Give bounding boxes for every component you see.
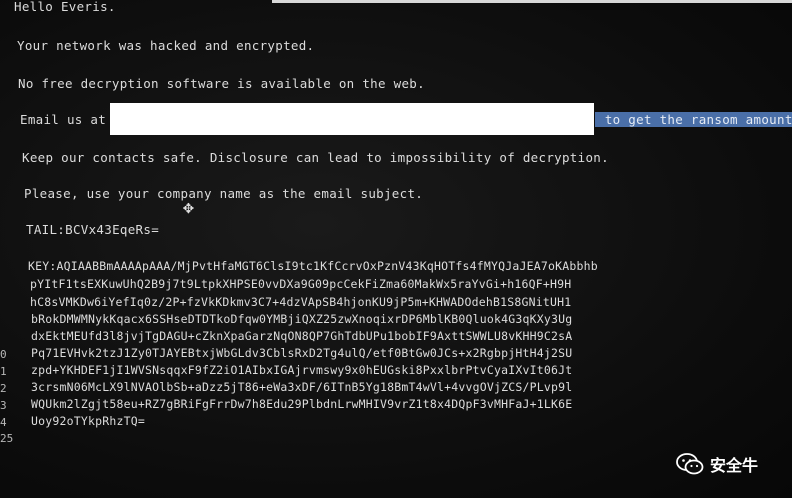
hacked-text: Your network was hacked and encrypted.	[17, 38, 315, 53]
watermark-text: 安全牛	[710, 456, 759, 475]
email-prefix-text: Email us at	[20, 112, 107, 127]
redacted-email	[110, 103, 594, 135]
no-free-text: No free decryption software is available…	[18, 76, 425, 91]
line-number: 3	[0, 399, 7, 412]
key-line: KEY:AQIAABBmAAAApAAA/MjPvtHfaMGT6ClsI9tc…	[28, 259, 598, 273]
key-line: Uoy92oTYkpRhzTQ=	[31, 414, 145, 428]
key-line: Pq71EVHvk2tzJ1Zy0TJAYEBtxjWbGLdv3CblsRxD…	[31, 346, 573, 360]
watermark: 安全牛	[676, 452, 758, 476]
line-number: 1	[0, 365, 7, 378]
key-line: hC8sVMKDw6iYefIq0z/2P+fzVkKDkmv3C7+4dzVA…	[30, 295, 572, 309]
wechat-icon	[676, 453, 704, 475]
key-line: 3crsmN06McLX9lNVAOlbSb+aDzz5jT86+eWa3xDF…	[31, 380, 573, 394]
window-edge	[272, 0, 792, 3]
tail-text: TAIL:BCVx43EqeRs=	[26, 222, 160, 237]
email-suffix-highlight: to get the ransom amount.	[595, 112, 792, 127]
key-line: dxEktMEUfd3l8jvjTgDAGU+cZknXpaGarzNqON8Q…	[31, 329, 573, 343]
key-line: bRokDMWMNykKqacx6SSHseDTDTkoDfqw0YMBjiQX…	[31, 312, 573, 326]
line-number: 0	[0, 348, 7, 361]
key-line: pYItF1tsEXKuwUhQ2B9j7t9LtpkXHPSE0vvDXa9G…	[30, 277, 572, 291]
subject-text: Please, use your company name as the ema…	[24, 186, 424, 201]
greeting-text: Hello Everis.	[14, 0, 116, 14]
line-number: 4	[0, 416, 7, 429]
key-line: WQUkm2lZgjt58eu+RZ7gBRiFgFrrDw7h8Edu29Pl…	[31, 397, 573, 411]
line-number: 2	[0, 382, 7, 395]
move-cursor-icon: ✥	[183, 197, 194, 218]
terminal-screen: Hello Everis. Your network was hacked an…	[0, 0, 792, 498]
key-line: zpd+YKHDEF1jI1WVSNsqqxF9fZ2iO1AIbxIGAjrv…	[31, 363, 573, 377]
line-number: 25	[0, 432, 14, 445]
keep-safe-text: Keep our contacts safe. Disclosure can l…	[22, 150, 609, 165]
